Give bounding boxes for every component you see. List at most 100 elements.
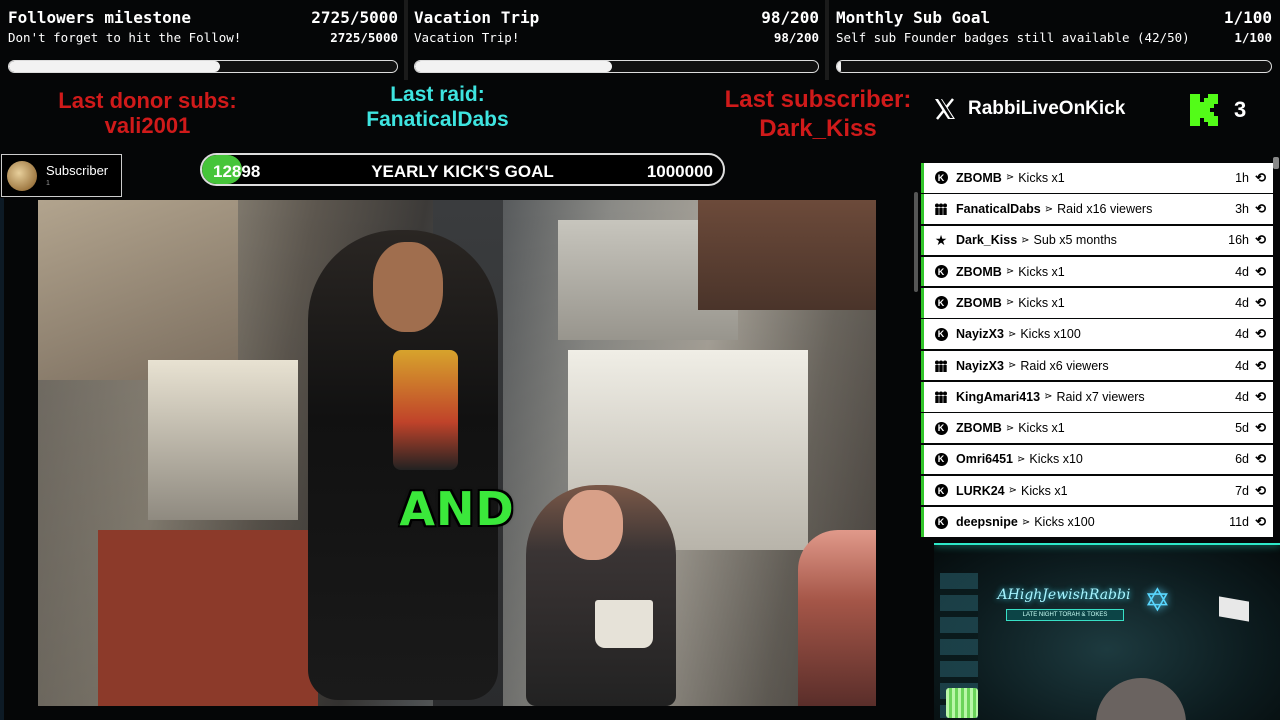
replay-icon[interactable]: ⟲ bbox=[1255, 514, 1266, 530]
event-user: ZBOMB bbox=[956, 295, 1002, 310]
goal-count-secondary: 98/200 bbox=[773, 30, 819, 45]
replay-icon[interactable]: ⟲ bbox=[1255, 201, 1266, 217]
last-donor-label: Last donor subs: bbox=[58, 88, 237, 113]
event-action: Kicks x100 bbox=[1034, 515, 1095, 530]
event-user: LURK24 bbox=[956, 483, 1005, 498]
chevron-right-icon: ⋗ bbox=[1007, 328, 1017, 340]
event-time: 11d bbox=[1229, 515, 1249, 530]
event-time: 6d bbox=[1235, 452, 1249, 467]
replay-icon[interactable]: ⟲ bbox=[1255, 295, 1266, 311]
goal-title: Monthly Sub Goal bbox=[836, 8, 991, 27]
event-list-scrollbar[interactable] bbox=[1273, 157, 1279, 169]
chevron-right-icon: ⋗ bbox=[1021, 516, 1031, 528]
kick-coin-icon: K bbox=[934, 171, 948, 185]
replay-icon[interactable]: ⟲ bbox=[1255, 264, 1266, 280]
event-user: deepsnipe bbox=[956, 515, 1018, 530]
replay-icon[interactable]: ⟲ bbox=[1255, 232, 1266, 248]
chevron-right-icon: ⋗ bbox=[1005, 172, 1015, 184]
event-user: KingAmari413 bbox=[956, 389, 1041, 404]
event-user: Omri6451 bbox=[956, 452, 1013, 467]
subscriber-alert: Subscriber 1 bbox=[1, 154, 122, 197]
subscriber-count: 1 bbox=[46, 180, 50, 187]
streamer bbox=[1096, 678, 1186, 720]
replay-icon[interactable]: ⟲ bbox=[1255, 170, 1266, 186]
goal-progress-fill bbox=[837, 61, 842, 72]
event-row: K ZBOMB ⋗ Kicks x1 4d ⟲ bbox=[921, 288, 1273, 318]
event-time: 3h bbox=[1235, 202, 1249, 217]
event-time: 4d bbox=[1235, 264, 1249, 279]
building bbox=[698, 200, 876, 310]
replay-icon[interactable]: ⟲ bbox=[1255, 358, 1266, 374]
event-action: Kicks x1 bbox=[1018, 264, 1065, 279]
event-time: 5d bbox=[1235, 421, 1249, 436]
goal-progress-track bbox=[8, 60, 398, 73]
event-action: Kicks x1 bbox=[1018, 421, 1065, 436]
video-caption: AND bbox=[399, 482, 515, 536]
person-shirt bbox=[393, 350, 458, 470]
event-action: Sub x5 months bbox=[1033, 233, 1117, 248]
social-handle: RabbiLiveOnKick bbox=[932, 96, 1125, 122]
event-row: K Omri6451 ⋗ Kicks x10 6d ⟲ bbox=[921, 444, 1273, 475]
social-handle-text: RabbiLiveOnKick bbox=[968, 98, 1126, 119]
last-donor-name: vali2001 bbox=[104, 113, 191, 138]
scrollbar[interactable] bbox=[914, 192, 918, 292]
goal-title: Vacation Trip bbox=[414, 8, 540, 27]
last-donor-subs: Last donor subs: vali2001 bbox=[40, 88, 255, 138]
raid-icon bbox=[934, 359, 948, 373]
star-of-david-icon: ✡ bbox=[1144, 582, 1171, 618]
neon-light bbox=[934, 543, 1280, 545]
event-row: FanaticalDabs ⋗ Raid x16 viewers 3h ⟲ bbox=[921, 194, 1273, 224]
chevron-right-icon: ⋗ bbox=[1044, 203, 1054, 215]
event-user: NayizX3 bbox=[956, 358, 1004, 373]
stream-video: AND bbox=[38, 200, 876, 706]
webcam-brand: AHighJewishRabbi bbox=[997, 587, 1131, 603]
replay-icon[interactable]: ⟲ bbox=[1255, 420, 1266, 436]
last-subscriber: Last subscriber: Dark_Kiss bbox=[708, 85, 928, 143]
goal-progress-fill bbox=[9, 61, 221, 72]
event-row: K ZBOMB ⋗ Kicks x1 1h ⟲ bbox=[921, 163, 1273, 193]
flag bbox=[1219, 596, 1249, 622]
chevron-right-icon: ⋗ bbox=[1016, 453, 1026, 465]
goal-count: 2725/5000 bbox=[311, 8, 398, 27]
replay-icon[interactable]: ⟲ bbox=[1255, 451, 1266, 467]
goal-count: 1/100 bbox=[1223, 8, 1272, 27]
event-user: ZBOMB bbox=[956, 421, 1002, 436]
kick-coin-icon: K bbox=[934, 265, 948, 279]
yearly-goal-bar: 12898 YEARLY KICK'S GOAL 1000000 bbox=[200, 153, 725, 186]
divider bbox=[404, 0, 408, 80]
goal-monthly-sub: Monthly Sub Goal 1/100 Self sub Founder … bbox=[836, 0, 1272, 80]
kick-logo-icon bbox=[1190, 94, 1218, 126]
chevron-right-icon: ⋗ bbox=[1005, 266, 1015, 278]
person bbox=[798, 530, 876, 706]
avatar bbox=[7, 161, 37, 191]
event-row: KingAmari413 ⋗ Raid x7 viewers 4d ⟲ bbox=[921, 382, 1273, 412]
yearly-goal-label: YEARLY KICK'S GOAL bbox=[371, 162, 554, 181]
last-raid-label: Last raid: bbox=[390, 83, 485, 106]
event-action: Raid x7 viewers bbox=[1056, 389, 1145, 404]
event-time: 4d bbox=[1235, 327, 1249, 342]
webcam: AHighJewishRabbi LATE NIGHT TORAH & TOKE… bbox=[934, 543, 1280, 720]
event-time: 16h bbox=[1228, 233, 1249, 248]
event-action: Kicks x1 bbox=[1018, 295, 1065, 310]
goal-subtitle: Don't forget to hit the Follow! bbox=[8, 30, 242, 45]
yearly-goal-target: 1000000 bbox=[646, 162, 713, 181]
event-time: 1h bbox=[1235, 170, 1249, 185]
raid-icon bbox=[934, 390, 948, 404]
star-icon: ★ bbox=[934, 232, 948, 249]
event-action: Kicks x1 bbox=[1018, 170, 1065, 185]
divider bbox=[825, 0, 829, 80]
replay-icon[interactable]: ⟲ bbox=[1255, 389, 1266, 405]
replay-icon[interactable]: ⟲ bbox=[1255, 483, 1266, 499]
person-head bbox=[373, 242, 443, 332]
chevron-right-icon: ⋗ bbox=[1005, 422, 1015, 434]
event-row: NayizX3 ⋗ Raid x6 viewers 4d ⟲ bbox=[921, 350, 1273, 381]
replay-icon[interactable]: ⟲ bbox=[1255, 326, 1266, 342]
event-time: 7d bbox=[1235, 483, 1249, 498]
left-edge bbox=[0, 198, 4, 720]
last-raid-name: FanaticalDabs bbox=[366, 108, 509, 131]
event-action: Kicks x10 bbox=[1029, 452, 1083, 467]
goal-progress-track bbox=[414, 60, 819, 73]
event-list: K ZBOMB ⋗ Kicks x1 1h ⟲ FanaticalDabs ⋗ Raid x16… bbox=[921, 163, 1273, 538]
last-subscriber-label: Last subscriber: bbox=[724, 86, 912, 113]
raid-icon bbox=[934, 202, 948, 216]
